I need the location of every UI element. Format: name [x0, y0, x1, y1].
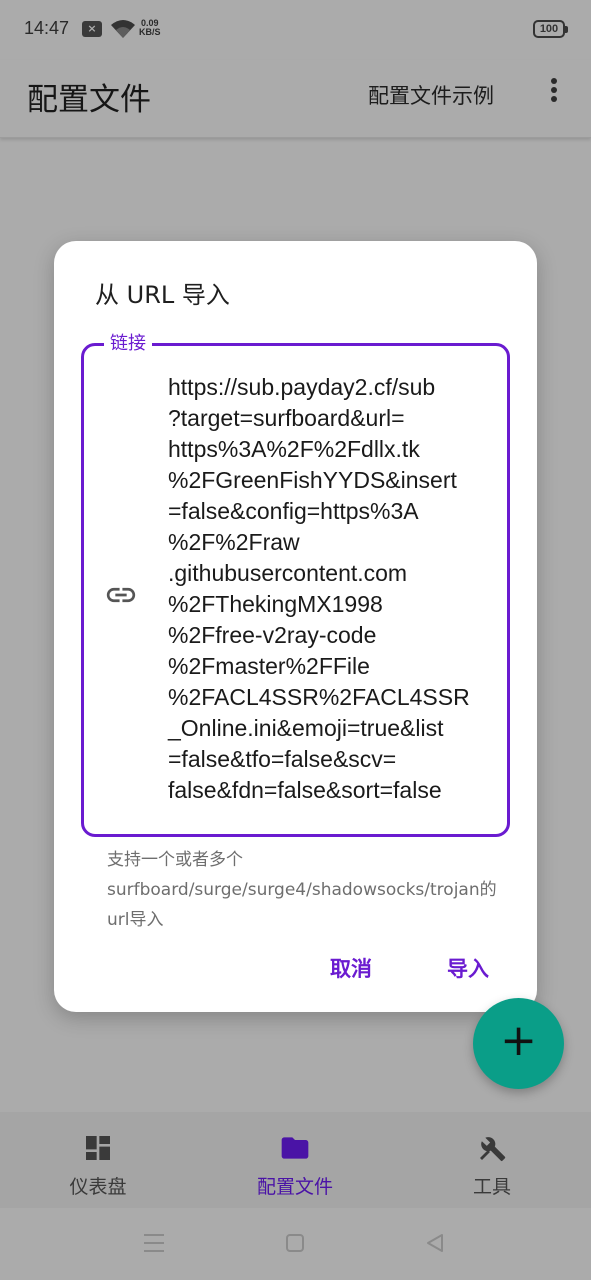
- nav-item-profiles[interactable]: 配置文件: [215, 1112, 375, 1208]
- status-bar: 14:47 × 0.09 KB/S 100: [0, 0, 591, 60]
- tools-icon: [480, 1137, 506, 1162]
- url-field-label: 链接: [104, 333, 152, 355]
- notification-x-icon: ×: [82, 21, 102, 37]
- recents-icon[interactable]: [144, 1234, 164, 1252]
- more-vert-icon[interactable]: [544, 78, 564, 108]
- home-icon[interactable]: [286, 1234, 304, 1252]
- link-icon: [106, 587, 136, 603]
- network-speed: 0.09 KB/S: [139, 19, 161, 37]
- nav-item-dashboard[interactable]: 仪表盘: [18, 1112, 178, 1208]
- status-time: 14:47: [24, 18, 70, 38]
- url-field[interactable]: 链接 https://sub.payday2.cf/sub ?target=su…: [81, 333, 510, 837]
- profile-example-button[interactable]: 配置文件示例: [368, 80, 494, 110]
- add-icon[interactable]: +: [473, 998, 564, 1089]
- import-button[interactable]: 导入: [447, 953, 489, 983]
- wifi-icon: [111, 20, 135, 38]
- nav-label-dashboard: 仪表盘: [69, 1176, 127, 1198]
- page-title: 配置文件: [27, 82, 151, 118]
- import-url-dialog: 从 URL 导入 链接 https://sub.payday2.cf/sub ?…: [54, 241, 537, 1012]
- url-input-value[interactable]: https://sub.payday2.cf/sub ?target=surfb…: [168, 372, 498, 806]
- cancel-button[interactable]: 取消: [330, 953, 372, 983]
- network-speed-unit: KB/S: [139, 27, 161, 37]
- nav-label-profiles: 配置文件: [256, 1176, 333, 1198]
- nav-label-tools: 工具: [472, 1176, 511, 1198]
- dashboard-icon: [86, 1136, 110, 1160]
- bottom-nav: 仪表盘 配置文件 工具: [0, 1112, 591, 1208]
- dialog-title: 从 URL 导入: [95, 281, 230, 309]
- folder-icon: [281, 1137, 309, 1159]
- app-bar: 配置文件 配置文件示例: [0, 60, 591, 138]
- battery-icon: 100: [533, 20, 568, 38]
- system-nav-bar: [0, 1208, 591, 1280]
- back-icon[interactable]: [424, 1232, 446, 1254]
- helper-text: 支持一个或者多个surfboard/surge/surge4/shadowsoc…: [107, 850, 497, 930]
- nav-item-tools[interactable]: 工具: [412, 1112, 572, 1208]
